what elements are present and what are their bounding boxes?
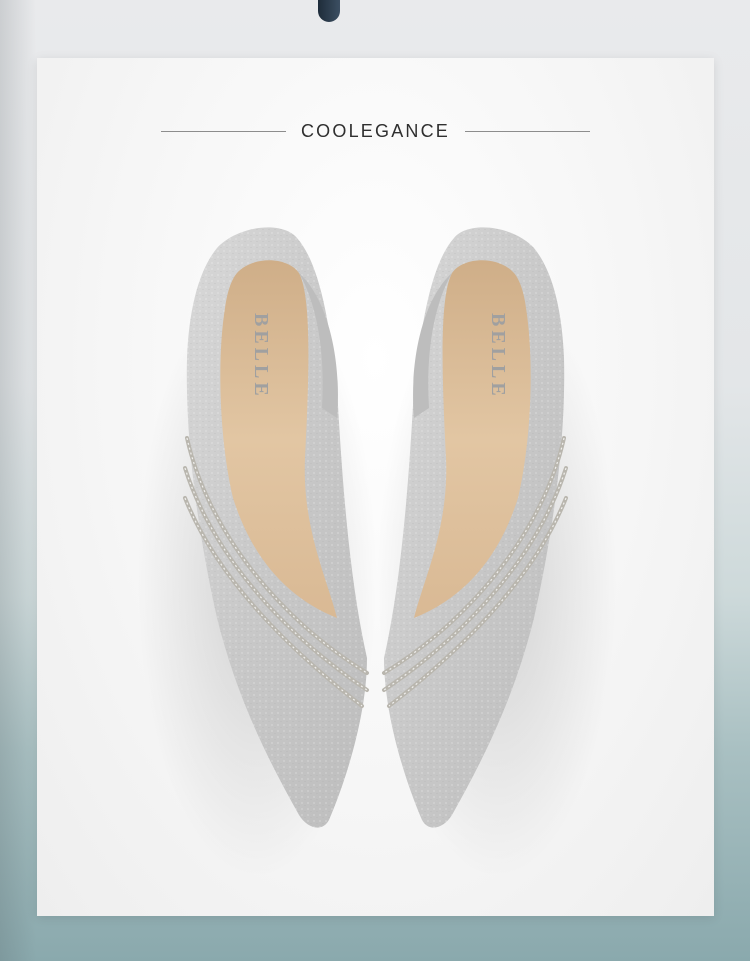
right-insole-brand: BELLE <box>487 313 509 400</box>
background-shadow <box>0 0 36 961</box>
background-object <box>318 0 340 22</box>
left-insole-brand: BELLE <box>250 313 272 400</box>
product-card: COOLEGANCE BELLE BELLE <box>37 58 714 916</box>
left-shoe: BELLE <box>137 227 377 878</box>
right-shoe: BELLE <box>377 227 617 878</box>
shoes-photo: BELLE BELLE <box>137 227 617 878</box>
